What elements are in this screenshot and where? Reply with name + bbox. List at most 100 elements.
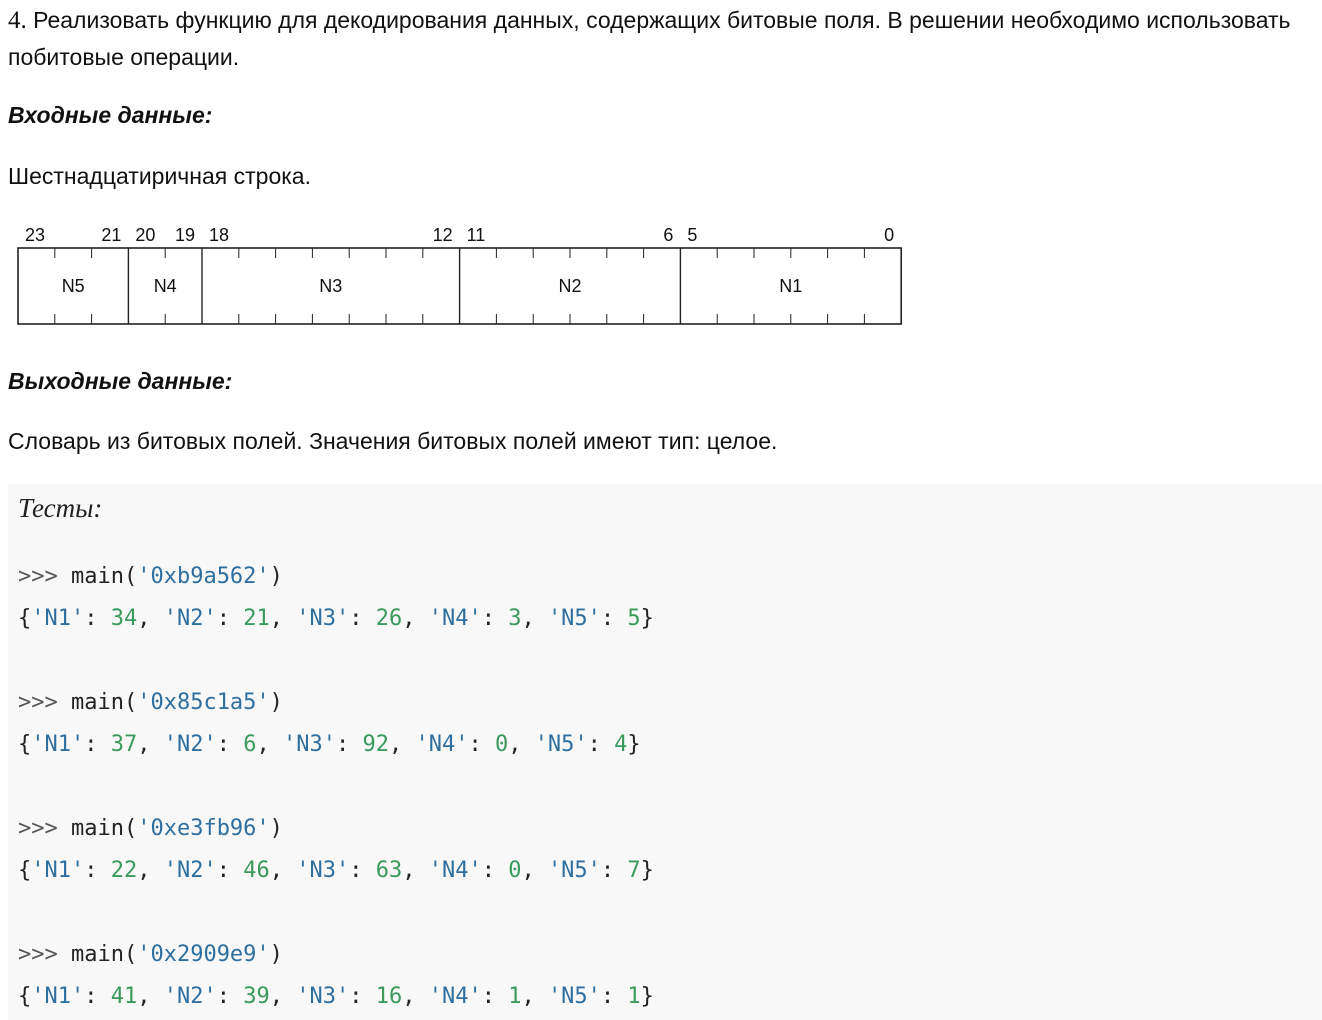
code-text: : bbox=[84, 606, 111, 631]
code-text: , bbox=[137, 732, 164, 757]
bit-number-label: 11 bbox=[467, 225, 486, 245]
code-number: 1 bbox=[627, 984, 641, 1009]
code-text: , bbox=[521, 984, 548, 1009]
code-text: : bbox=[349, 984, 376, 1009]
code-text: , bbox=[256, 732, 283, 757]
code-string: 'N5' bbox=[547, 858, 601, 883]
code-string: 'N4' bbox=[415, 732, 469, 757]
code-text: : bbox=[349, 858, 376, 883]
field-label: N4 bbox=[154, 276, 177, 296]
test-result: {'N1': 22, 'N2': 46, 'N3': 63, 'N4': 0, … bbox=[18, 856, 654, 886]
code-text: ) bbox=[269, 564, 283, 589]
code-text: , bbox=[508, 732, 535, 757]
code-text: : bbox=[587, 732, 615, 757]
code-text: : bbox=[600, 858, 628, 883]
code-text: , bbox=[137, 984, 164, 1009]
code-number: 37 bbox=[110, 732, 138, 757]
code-number: 26 bbox=[375, 606, 403, 631]
code-text: : bbox=[216, 606, 244, 631]
code-prompt: >>> bbox=[18, 564, 71, 589]
code-number: 39 bbox=[243, 984, 270, 1009]
code-text: main( bbox=[70, 690, 138, 715]
code-text: main( bbox=[70, 564, 138, 589]
test-command: >>> main('0xb9a562') bbox=[18, 562, 283, 592]
code-string: 'N4' bbox=[428, 858, 482, 883]
code-string: 'N3' bbox=[296, 606, 350, 631]
code-string: 'N5' bbox=[534, 732, 588, 757]
task-text: Реализовать функцию для декодирования да… bbox=[8, 7, 1291, 70]
code-string: 'N4' bbox=[428, 606, 482, 631]
code-text: , bbox=[269, 858, 297, 883]
code-text: : bbox=[216, 984, 244, 1009]
field-label: N3 bbox=[319, 276, 342, 296]
bit-number-label: 19 bbox=[175, 225, 195, 245]
output-heading: Выходные данные: bbox=[8, 368, 233, 394]
code-text: , bbox=[269, 606, 297, 631]
code-string: '0xe3fb96' bbox=[137, 816, 270, 841]
code-text: : bbox=[481, 984, 509, 1009]
bit-number-label: 6 bbox=[663, 225, 673, 245]
task-number: 4. bbox=[8, 7, 27, 34]
code-text: ) bbox=[269, 942, 283, 967]
output-description: Словарь из битовых полей. Значения битов… bbox=[8, 428, 778, 454]
code-text: { bbox=[18, 606, 32, 631]
bit-number-label: 5 bbox=[687, 225, 697, 245]
input-description: Шестнадцатиричная строка. bbox=[8, 163, 311, 189]
code-number: 41 bbox=[110, 984, 138, 1009]
tests-panel: Тесты: >>> main('0xb9a562') {'N1': 34, 'N… bbox=[8, 484, 1322, 1020]
bit-field-diagram: N5 N4 N3 N2 N1 23 21 20 19 18 12 11 6 5 0 bbox=[17, 225, 903, 325]
code-text: } bbox=[640, 606, 654, 631]
tests-title: Тесты: bbox=[18, 493, 103, 523]
code-text: : bbox=[468, 732, 495, 757]
bit-number-label: 21 bbox=[101, 225, 121, 245]
task-statement: 4. Реализовать функцию для декодирования… bbox=[8, 2, 1308, 75]
code-string: '0xb9a562' bbox=[137, 564, 270, 589]
code-number: 4 bbox=[614, 732, 628, 757]
code-text: , bbox=[388, 732, 416, 757]
code-text: , bbox=[137, 606, 164, 631]
bit-number-label: 20 bbox=[135, 225, 155, 245]
code-text: } bbox=[640, 858, 654, 883]
code-text: { bbox=[18, 984, 32, 1009]
code-number: 0 bbox=[494, 732, 509, 757]
code-number: 21 bbox=[243, 606, 270, 631]
test-command: >>> main('0x2909e9') bbox=[18, 940, 283, 970]
code-string: '0x2909e9' bbox=[137, 942, 270, 967]
code-text: } bbox=[640, 984, 654, 1009]
code-string: 'N3' bbox=[296, 984, 350, 1009]
code-number: 92 bbox=[362, 732, 389, 757]
code-text: : bbox=[84, 984, 111, 1009]
code-string: 'N3' bbox=[282, 732, 336, 757]
test-result: {'N1': 34, 'N2': 21, 'N3': 26, 'N4': 3, … bbox=[18, 604, 654, 634]
code-prompt: >>> bbox=[18, 942, 71, 967]
code-text: , bbox=[402, 858, 429, 883]
code-string: '0x85c1a5' bbox=[137, 690, 270, 715]
code-number: 34 bbox=[110, 606, 138, 631]
code-string: 'N2' bbox=[163, 606, 217, 631]
code-text: main( bbox=[70, 942, 138, 967]
code-text: , bbox=[402, 984, 429, 1009]
code-text: : bbox=[349, 606, 376, 631]
code-number: 3 bbox=[508, 606, 522, 631]
code-text: main( bbox=[70, 816, 138, 841]
bit-number-label: 0 bbox=[884, 225, 894, 245]
code-text: : bbox=[216, 858, 244, 883]
field-label: N2 bbox=[558, 276, 581, 296]
code-string: 'N1' bbox=[31, 606, 85, 631]
code-prompt: >>> bbox=[18, 816, 71, 841]
code-prompt: >>> bbox=[18, 690, 71, 715]
code-string: 'N5' bbox=[547, 606, 601, 631]
input-heading: Входные данные: bbox=[8, 102, 213, 128]
test-result: {'N1': 37, 'N2': 6, 'N3': 92, 'N4': 0, '… bbox=[18, 730, 641, 760]
test-command: >>> main('0xe3fb96') bbox=[18, 814, 283, 844]
code-text: : bbox=[84, 732, 111, 757]
code-text: : bbox=[84, 858, 111, 883]
code-text: , bbox=[521, 606, 548, 631]
test-result: {'N1': 41, 'N2': 39, 'N3': 16, 'N4': 1, … bbox=[18, 982, 654, 1012]
code-number: 63 bbox=[375, 858, 403, 883]
code-string: 'N4' bbox=[428, 984, 482, 1009]
code-number: 5 bbox=[627, 606, 641, 631]
code-number: 7 bbox=[627, 858, 641, 883]
code-text: : bbox=[600, 606, 628, 631]
code-string: 'N2' bbox=[163, 732, 217, 757]
